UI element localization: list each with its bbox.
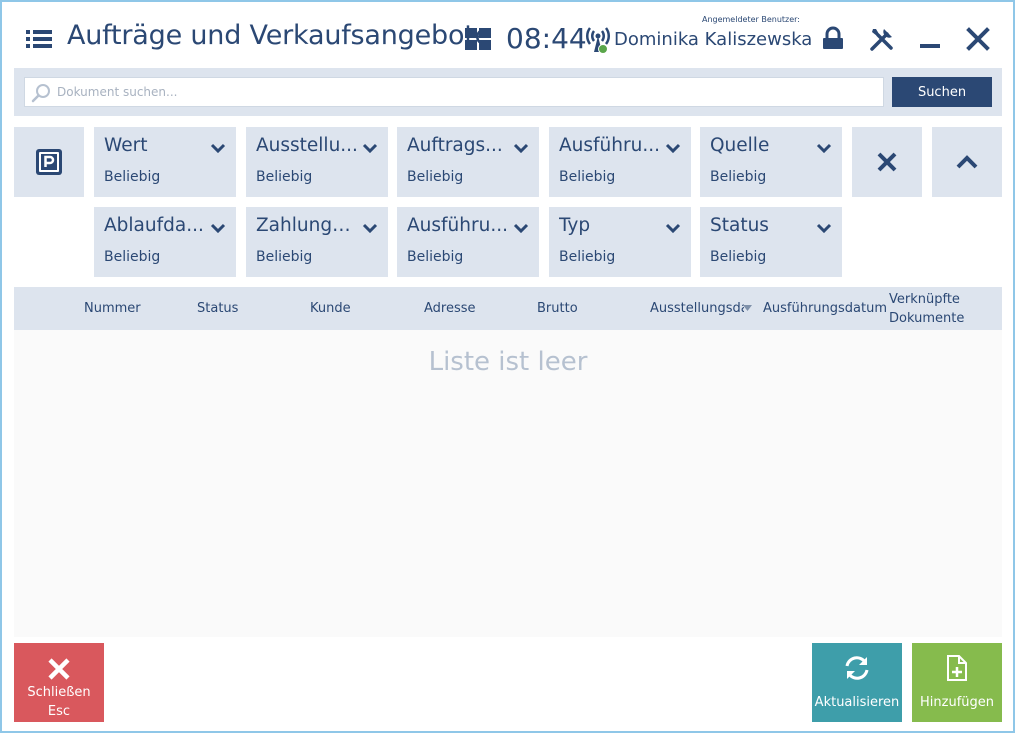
filter-value: Beliebig bbox=[710, 169, 767, 185]
filter-value: Beliebig bbox=[256, 169, 313, 185]
refresh-icon bbox=[845, 656, 869, 680]
close-icon[interactable] bbox=[963, 24, 993, 54]
filter-name: Typ bbox=[559, 215, 591, 236]
add-button[interactable]: Hinzufügen bbox=[912, 643, 1002, 722]
search-button[interactable]: Suchen bbox=[892, 77, 992, 107]
clear-filters-button[interactable] bbox=[852, 127, 922, 197]
clear-filters-icon bbox=[877, 152, 897, 172]
filter-value: Beliebig bbox=[407, 249, 464, 265]
chevron-down-icon bbox=[362, 143, 378, 153]
filter-value: Beliebig bbox=[559, 249, 616, 265]
filter-name: Auftrags... bbox=[407, 135, 503, 156]
collapse-filters-button[interactable] bbox=[932, 127, 1002, 197]
filter-status[interactable]: Status Beliebig bbox=[700, 207, 842, 277]
chevron-down-icon bbox=[816, 143, 832, 153]
chevron-down-icon bbox=[665, 223, 681, 233]
filter-typ[interactable]: Typ Beliebig bbox=[549, 207, 691, 277]
chevron-down-icon bbox=[362, 223, 378, 233]
table-header: Nummer Status Kunde Adresse Brutto Ausst… bbox=[14, 287, 1002, 330]
chevron-up-icon bbox=[956, 155, 978, 169]
column-header-nummer[interactable]: Nummer bbox=[84, 299, 141, 318]
filter-value: Beliebig bbox=[559, 169, 616, 185]
sort-descending-icon bbox=[743, 305, 752, 311]
chevron-down-icon bbox=[210, 223, 226, 233]
filter-auftragsstatus[interactable]: Auftrags... Beliebig bbox=[397, 127, 539, 197]
filter-wert[interactable]: Wert Beliebig bbox=[94, 127, 236, 197]
add-document-icon bbox=[947, 655, 967, 681]
column-header-ausfuehrungsdatum[interactable]: Ausführungsdatum bbox=[763, 299, 887, 318]
close-icon bbox=[48, 658, 70, 680]
tools-icon[interactable] bbox=[867, 24, 897, 54]
lock-icon[interactable] bbox=[818, 24, 848, 54]
add-button-label: Hinzufügen bbox=[920, 695, 994, 710]
app-window: Aufträge und Verkaufsangebote 08:44 Ange… bbox=[0, 0, 1015, 733]
tiles-icon[interactable] bbox=[465, 28, 491, 50]
filter-ablaufdatum[interactable]: Ablaufda... Beliebig bbox=[94, 207, 236, 277]
filter-ausstellungsdatum[interactable]: Ausstellu... Beliebig bbox=[246, 127, 388, 197]
filter-value: Beliebig bbox=[407, 169, 464, 185]
page-title: Aufträge und Verkaufsangebote bbox=[67, 20, 492, 51]
connection-status-icon bbox=[586, 27, 610, 54]
parking-icon bbox=[36, 149, 62, 175]
filter-quelle[interactable]: Quelle Beliebig bbox=[700, 127, 842, 197]
search-field bbox=[24, 77, 884, 107]
filter-value: Beliebig bbox=[256, 249, 313, 265]
filter-name: Ausführu... bbox=[559, 135, 660, 156]
column-header-kunde[interactable]: Kunde bbox=[310, 299, 351, 318]
column-header-dokumente: Dokumente bbox=[889, 311, 965, 326]
close-button-shortcut: Esc bbox=[47, 704, 71, 719]
chevron-down-icon bbox=[513, 143, 529, 153]
filter-name: Ausführu... bbox=[407, 215, 508, 236]
refresh-button-label: Aktualisieren bbox=[814, 695, 900, 710]
filter-value: Beliebig bbox=[104, 169, 161, 185]
column-header-ausstellungsdatum[interactable]: Ausstellungsda bbox=[650, 299, 744, 318]
column-header-status[interactable]: Status bbox=[197, 299, 238, 318]
column-header-verknuepfte[interactable]: Verknüpfte bbox=[889, 290, 960, 309]
user-name: Dominika Kaliszewska bbox=[614, 29, 813, 50]
menu-icon[interactable] bbox=[26, 29, 52, 49]
chevron-down-icon bbox=[816, 223, 832, 233]
filter-zahlungsstatus[interactable]: Zahlungs... Beliebig bbox=[246, 207, 388, 277]
filter-ausfuehrungsdatum[interactable]: Ausführu... Beliebig bbox=[549, 127, 691, 197]
search-icon bbox=[31, 84, 50, 103]
filter-value: Beliebig bbox=[710, 249, 767, 265]
filter-name: Ablaufda... bbox=[104, 215, 204, 236]
filter-name: Wert bbox=[104, 135, 148, 156]
chevron-down-icon bbox=[665, 143, 681, 153]
filter-name: Zahlungs... bbox=[256, 215, 358, 236]
search-bar: Suchen bbox=[14, 68, 1002, 116]
search-input[interactable] bbox=[57, 78, 877, 106]
filter-ausfuehrungsstatus[interactable]: Ausführu... Beliebig bbox=[397, 207, 539, 277]
empty-list-message: Liste ist leer bbox=[428, 347, 588, 377]
clock: 08:44 bbox=[506, 22, 587, 55]
chevron-down-icon bbox=[210, 143, 226, 153]
filter-value: Beliebig bbox=[104, 249, 161, 265]
close-button[interactable]: Schließen Esc bbox=[14, 643, 104, 722]
table-body[interactable]: Liste ist leer bbox=[14, 330, 1002, 637]
minimize-icon[interactable] bbox=[916, 24, 946, 54]
filter-name: Ausstellu... bbox=[256, 135, 358, 156]
filter-name: Status bbox=[710, 215, 769, 236]
column-header-brutto[interactable]: Brutto bbox=[537, 299, 578, 318]
refresh-button[interactable]: Aktualisieren bbox=[812, 643, 902, 722]
close-button-label: Schließen bbox=[27, 685, 91, 700]
chevron-down-icon bbox=[513, 223, 529, 233]
parking-button[interactable] bbox=[14, 127, 84, 197]
filter-name: Quelle bbox=[710, 135, 770, 156]
user-caption: Angemeldeter Benutzer: bbox=[701, 15, 800, 24]
column-header-adresse[interactable]: Adresse bbox=[424, 299, 476, 318]
